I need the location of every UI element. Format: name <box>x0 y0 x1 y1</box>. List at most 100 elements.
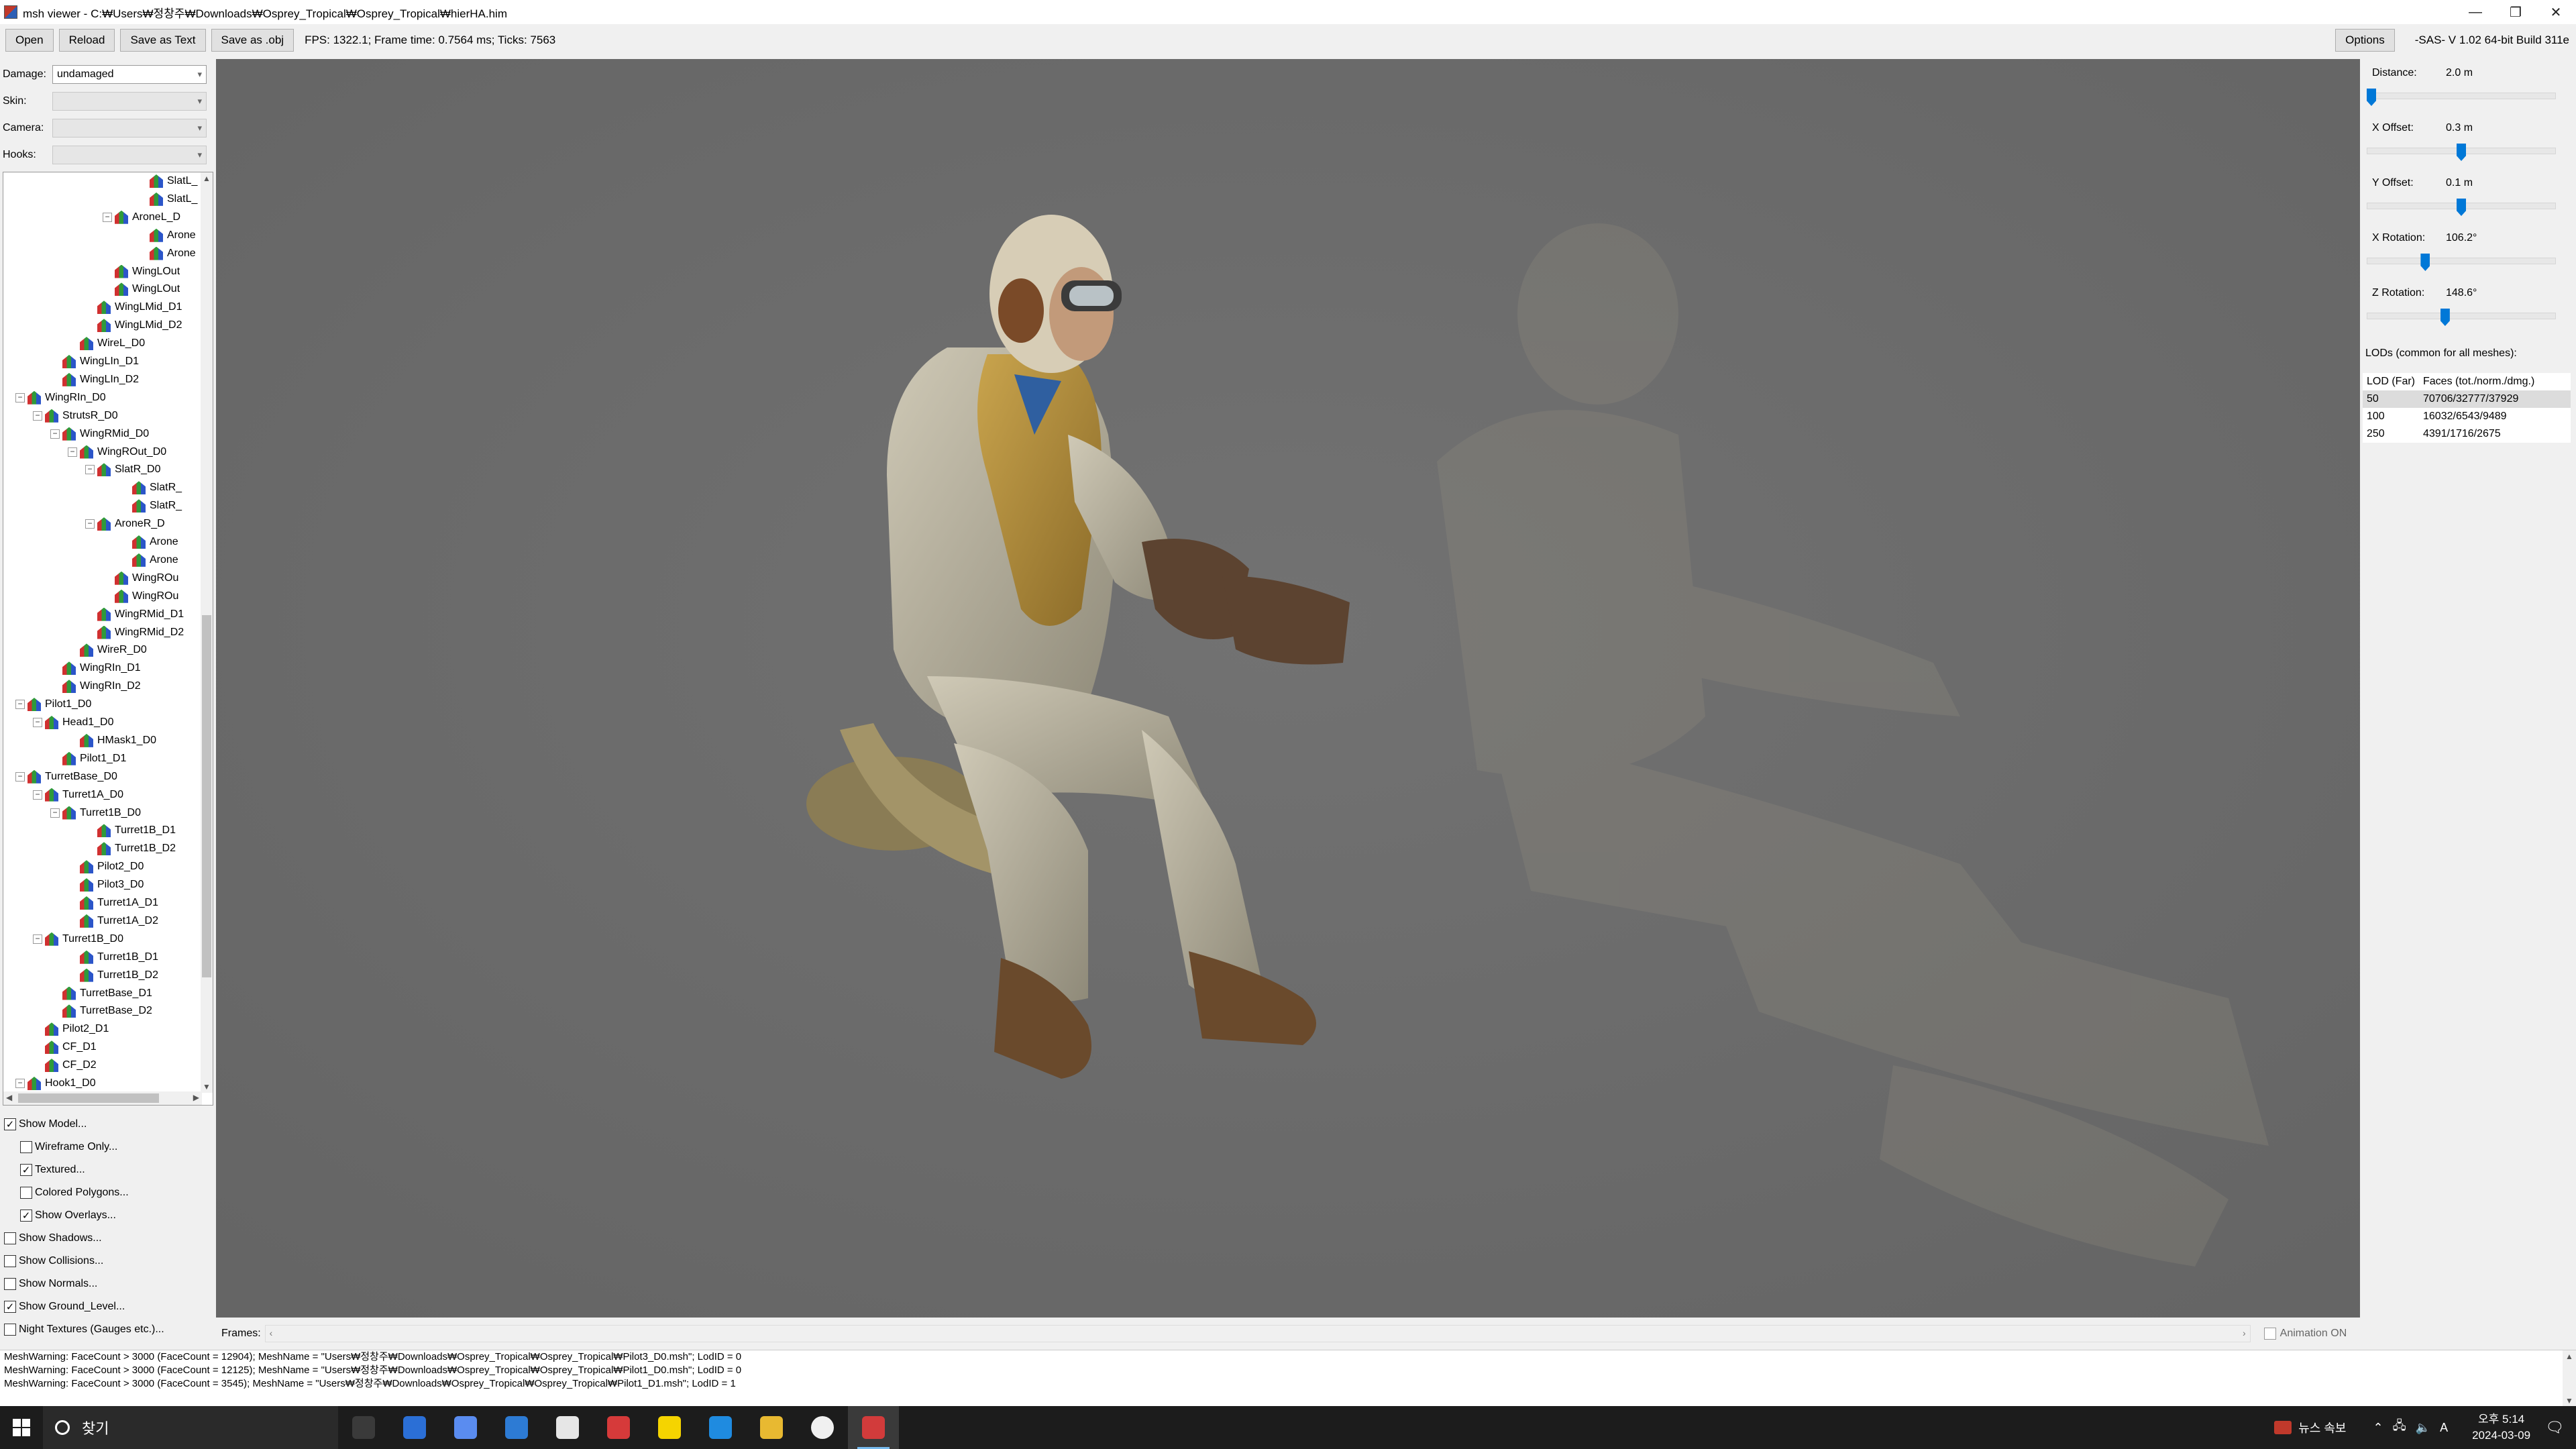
lod-table[interactable]: LOD (Far) Faces (tot./norm./dmg.) 50 7070… <box>2363 373 2571 443</box>
tree-item[interactable]: WireR_D0 <box>68 641 147 659</box>
tree-item[interactable]: − WingROut_D0 <box>68 443 166 461</box>
checkbox-checked-icon[interactable]: ✓ <box>4 1118 16 1130</box>
chevron-up-icon[interactable]: ⌃ <box>2373 1421 2383 1435</box>
tree-expander-icon[interactable]: − <box>68 447 77 457</box>
tree-expander-icon[interactable]: − <box>33 411 42 421</box>
tree-expander-icon[interactable]: − <box>15 392 25 402</box>
slider-track[interactable] <box>2367 93 2556 99</box>
tree-horizontal-scrollbar[interactable]: ◀ ▶ <box>3 1091 202 1105</box>
close-button[interactable]: ✕ <box>2536 0 2576 24</box>
tree-expander-icon[interactable]: − <box>15 700 25 710</box>
tree-item[interactable]: SlatL_ <box>138 191 197 208</box>
tree-item[interactable]: WingRIn_D1 <box>50 659 141 677</box>
tree-expander-icon[interactable]: − <box>85 465 95 475</box>
tree-item[interactable]: SlatL_ <box>138 172 197 190</box>
slider-thumb[interactable] <box>2367 89 2376 106</box>
slider-thumb[interactable] <box>2457 199 2466 216</box>
tree-item[interactable]: SlatR_ <box>120 497 182 515</box>
tree-item[interactable]: CF_D1 <box>33 1038 97 1056</box>
damage-select[interactable]: undamaged ▾ <box>52 65 207 84</box>
tree-item[interactable]: − SlatR_D0 <box>85 461 160 478</box>
tree-item[interactable]: WingROu <box>103 588 178 605</box>
taskbar-search[interactable]: 찾기 <box>43 1406 338 1449</box>
checkbox-unchecked-icon[interactable] <box>4 1324 16 1336</box>
tree-item[interactable]: Pilot1_D1 <box>50 750 126 767</box>
tree-item[interactable]: WingLOut <box>103 263 180 280</box>
chevron-right-icon[interactable]: › <box>2243 1328 2246 1338</box>
news-icon[interactable] <box>2274 1421 2292 1434</box>
taskbar-app[interactable] <box>542 1406 593 1449</box>
log-scrollbar[interactable]: ▲ ▼ <box>2563 1350 2576 1407</box>
animation-checkbox-box[interactable] <box>2263 1328 2276 1340</box>
skin-select[interactable]: ▾ <box>52 92 207 111</box>
tree-item[interactable]: − AroneL_D <box>103 209 180 226</box>
tree-item[interactable]: WireL_D0 <box>68 335 145 352</box>
tree-item[interactable]: HMask1_D0 <box>68 732 156 749</box>
tree-expander-icon[interactable]: − <box>15 771 25 782</box>
checkbox-option[interactable]: ✓ Show Ground_Level... <box>4 1297 125 1316</box>
tree-item[interactable]: − Turret1B_D0 <box>50 804 141 822</box>
tree-item[interactable]: − WingRIn_D0 <box>15 389 106 407</box>
checkbox-option[interactable]: Wireframe Only... <box>20 1138 117 1157</box>
checkbox-option[interactable]: Show Collisions... <box>4 1252 103 1271</box>
tree-item[interactable]: TurretBase_D1 <box>50 985 152 1002</box>
minimize-button[interactable]: — <box>2455 0 2496 24</box>
checkbox-unchecked-icon[interactable] <box>4 1278 16 1290</box>
scroll-up-icon[interactable]: ▲ <box>203 174 211 183</box>
tree-item[interactable]: Turret1B_D1 <box>68 949 158 966</box>
checkbox-option[interactable]: Colored Polygons... <box>20 1183 129 1202</box>
tree-expander-icon[interactable]: − <box>50 429 60 439</box>
scroll-right-icon[interactable]: ▶ <box>193 1093 199 1102</box>
tree-expander-icon[interactable]: − <box>85 519 95 529</box>
tree-item[interactable]: WingRIn_D2 <box>50 678 141 695</box>
taskbar-app[interactable] <box>695 1406 746 1449</box>
volume-icon[interactable]: 🔈 <box>2416 1421 2430 1435</box>
taskbar-app[interactable] <box>644 1406 695 1449</box>
tree-item[interactable]: WingROu <box>103 570 178 587</box>
3d-viewport[interactable] <box>216 59 2360 1318</box>
tree-item[interactable]: Turret1A_D2 <box>68 912 158 930</box>
checkbox-option[interactable]: ✓ Show Overlays... <box>20 1206 116 1225</box>
tree-item[interactable]: − Pilot1_D0 <box>15 696 91 713</box>
tree-item[interactable]: Turret1B_D1 <box>85 822 176 839</box>
tree-item[interactable]: − Turret1A_D0 <box>33 786 123 804</box>
checkbox-unchecked-icon[interactable] <box>4 1232 16 1244</box>
animation-on-checkbox[interactable]: Animation ON <box>2263 1328 2347 1340</box>
tree-item[interactable]: − Head1_D0 <box>33 714 114 731</box>
checkbox-checked-icon[interactable]: ✓ <box>20 1164 32 1176</box>
tree-vscroll-thumb[interactable] <box>202 615 211 977</box>
tree-item[interactable]: WingLIn_D1 <box>50 353 139 370</box>
tree-item[interactable]: Turret1A_D1 <box>68 894 158 912</box>
tree-expander-icon[interactable]: − <box>103 212 112 222</box>
checkbox-unchecked-icon[interactable] <box>20 1141 32 1153</box>
tree-expander-icon[interactable]: − <box>33 790 42 800</box>
network-icon[interactable]: 🖧 <box>2393 1417 2406 1438</box>
scroll-down-icon[interactable]: ▼ <box>2565 1396 2573 1405</box>
notification-icon[interactable]: 🗨 <box>2545 1419 2564 1436</box>
tree-item[interactable]: Pilot3_D0 <box>68 876 144 894</box>
taskbar-app[interactable] <box>389 1406 440 1449</box>
checkbox-option[interactable]: Show Shadows... <box>4 1229 102 1248</box>
tree-item[interactable]: − StrutsR_D0 <box>33 407 118 425</box>
camera-select[interactable]: ▾ <box>52 119 207 138</box>
maximize-button[interactable]: ❐ <box>2496 0 2536 24</box>
slider-thumb[interactable] <box>2440 309 2450 326</box>
checkbox-checked-icon[interactable]: ✓ <box>20 1210 32 1222</box>
tree-item[interactable]: WingLMid_D1 <box>85 299 182 316</box>
ime-icon[interactable]: A <box>2440 1421 2448 1435</box>
reload-button[interactable]: Reload <box>58 29 115 52</box>
scroll-up-icon[interactable]: ▲ <box>2565 1352 2573 1361</box>
checkbox-unchecked-icon[interactable] <box>4 1255 16 1267</box>
taskbar-app[interactable] <box>848 1406 899 1449</box>
lod-row[interactable]: 100 16032/6543/9489 <box>2363 408 2571 425</box>
tree-item[interactable]: WingRMid_D2 <box>85 624 184 641</box>
tree-vertical-scrollbar[interactable]: ▲ ▼ <box>201 172 213 1093</box>
clock[interactable]: 오후 5:14 2024-03-09 <box>2472 1411 2530 1444</box>
tree-item[interactable]: Arone <box>138 245 196 262</box>
taskbar-app[interactable] <box>338 1406 389 1449</box>
checkbox-option[interactable]: ✓ Textured... <box>20 1161 85 1179</box>
slider-track[interactable] <box>2367 313 2556 319</box>
tree-item[interactable]: Pilot2_D1 <box>33 1020 109 1038</box>
open-button[interactable]: Open <box>5 29 54 52</box>
checkbox-option[interactable]: ✓ Show Model... <box>4 1115 87 1134</box>
